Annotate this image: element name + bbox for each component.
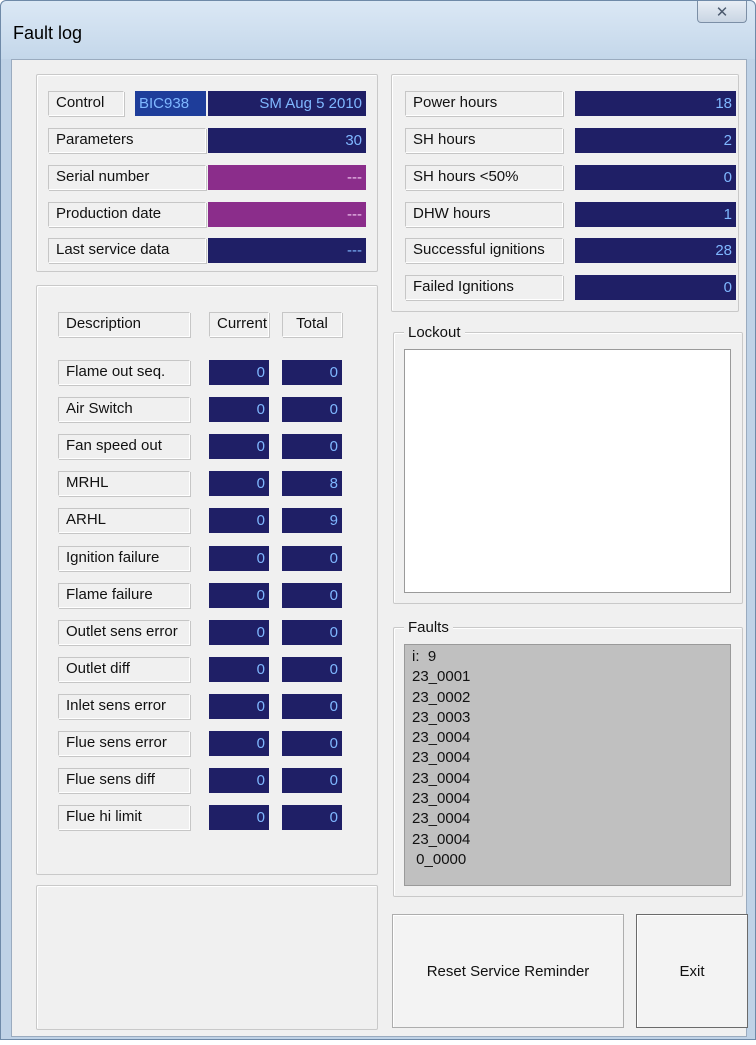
successful-ignitions-label: Successful ignitions [405,238,563,263]
counter-label: MRHL [58,471,190,496]
parameters-label: Parameters [48,128,206,153]
last-service-data-value: --- [208,238,366,263]
serial-number-label: Serial number [48,165,206,190]
counter-label: ARHL [58,508,190,533]
faults-listbox[interactable]: i: 9 23_0001 23_0002 23_0003 23_0004 23_0004 2… [404,644,731,886]
failed-ignitions-value: 0 [575,275,736,300]
counter-total-value: 0 [282,731,342,756]
fault-entry[interactable]: 23_0004 [412,789,730,809]
counter-total-value: 0 [282,768,342,793]
counter-total-value: 0 [282,805,342,830]
parameters-value: 30 [208,128,366,153]
counter-total-value: 0 [282,620,342,645]
counter-label: Flue sens diff [58,768,190,793]
counter-total-value: 0 [282,583,342,608]
counter-label: Flue hi limit [58,805,190,830]
counter-total-value: 0 [282,546,342,571]
sh-hours-below-50-value: 0 [575,165,736,190]
bottom-left-panel [36,885,378,1030]
counter-current-value: 0 [209,583,269,608]
fault-log-window: Fault log ✕ Control BIC938 SM Aug 5 2010… [0,0,756,1040]
counter-current-value: 0 [209,508,269,533]
power-hours-label: Power hours [405,91,563,116]
faults-title: Faults [404,619,453,636]
fault-entry[interactable]: 23_0004 [412,728,730,748]
counter-current-value: 0 [209,360,269,385]
successful-ignitions-value: 28 [575,238,736,263]
counter-current-value: 0 [209,657,269,682]
counter-current-value: 0 [209,694,269,719]
counter-current-value: 0 [209,768,269,793]
window-title: Fault log [13,23,83,43]
counter-total-value: 0 [282,434,342,459]
counter-label: Fan speed out [58,434,190,459]
close-button[interactable]: ✕ [697,1,747,23]
control-version-value: SM Aug 5 2010 [208,91,366,116]
last-service-data-label: Last service data [48,238,206,263]
counter-label: Ignition failure [58,546,190,571]
close-x-icon: ✕ [715,3,729,21]
counter-total-value: 0 [282,360,342,385]
counter-current-value: 0 [209,805,269,830]
title-bar: Fault log ✕ [1,1,755,59]
counter-current-value: 0 [209,546,269,571]
failed-ignitions-label: Failed Ignitions [405,275,563,300]
current-header: Current [209,312,269,337]
fault-entry[interactable]: 23_0004 [412,769,730,789]
hours-group: Power hours 18 SH hours 2 SH hours <50% … [391,74,739,312]
fault-counters-group: Description Current Total Flame out seq.… [36,285,378,875]
faults-group: Faults i: 9 23_0001 23_0002 23_0003 23_0004 2… [393,619,743,897]
fault-entry[interactable]: 23_0001 [412,667,730,687]
control-label: Control [48,91,124,116]
counter-total-value: 0 [282,397,342,422]
serial-number-value: --- [208,165,366,190]
counter-label: Air Switch [58,397,190,422]
counter-current-value: 0 [209,731,269,756]
counter-current-value: 0 [209,471,269,496]
counter-label: Flue sens error [58,731,190,756]
counter-current-value: 0 [209,397,269,422]
lockout-textbox[interactable] [404,349,731,593]
counter-label: Flame out seq. [58,360,190,385]
counter-total-value: 0 [282,657,342,682]
production-date-label: Production date [48,202,206,227]
production-date-value: --- [208,202,366,227]
counter-label: Outlet diff [58,657,190,682]
fault-entry[interactable]: 23_0002 [412,688,730,708]
window-client-area: Control BIC938 SM Aug 5 2010 Parameters … [11,59,748,1037]
dhw-hours-value: 1 [575,202,736,227]
power-hours-value: 18 [575,91,736,116]
control-info-group: Control BIC938 SM Aug 5 2010 Parameters … [36,74,378,272]
counter-current-value: 0 [209,434,269,459]
counter-current-value: 0 [209,620,269,645]
counter-label: Outlet sens error [58,620,190,645]
counter-total-value: 9 [282,508,342,533]
sh-hours-below-50-label: SH hours <50% [405,165,563,190]
fault-entry[interactable]: i: 9 [412,647,730,667]
fault-entry[interactable]: 23_0004 [412,830,730,850]
lockout-group: Lockout [393,324,743,604]
control-code-value: BIC938 [135,91,206,116]
exit-button[interactable]: Exit [636,914,748,1028]
counter-label: Flame failure [58,583,190,608]
reset-service-reminder-button[interactable]: Reset Service Reminder [392,914,624,1028]
fault-entry[interactable]: 23_0004 [412,748,730,768]
counter-total-value: 8 [282,471,342,496]
counter-label: Inlet sens error [58,694,190,719]
lockout-title: Lockout [404,324,465,341]
fault-entry[interactable]: 23_0003 [412,708,730,728]
sh-hours-value: 2 [575,128,736,153]
total-header: Total [282,312,342,337]
fault-entry[interactable]: 0_0000 [412,850,730,870]
description-header: Description [58,312,190,337]
counter-total-value: 0 [282,694,342,719]
dhw-hours-label: DHW hours [405,202,563,227]
fault-entry[interactable]: 23_0004 [412,809,730,829]
sh-hours-label: SH hours [405,128,563,153]
